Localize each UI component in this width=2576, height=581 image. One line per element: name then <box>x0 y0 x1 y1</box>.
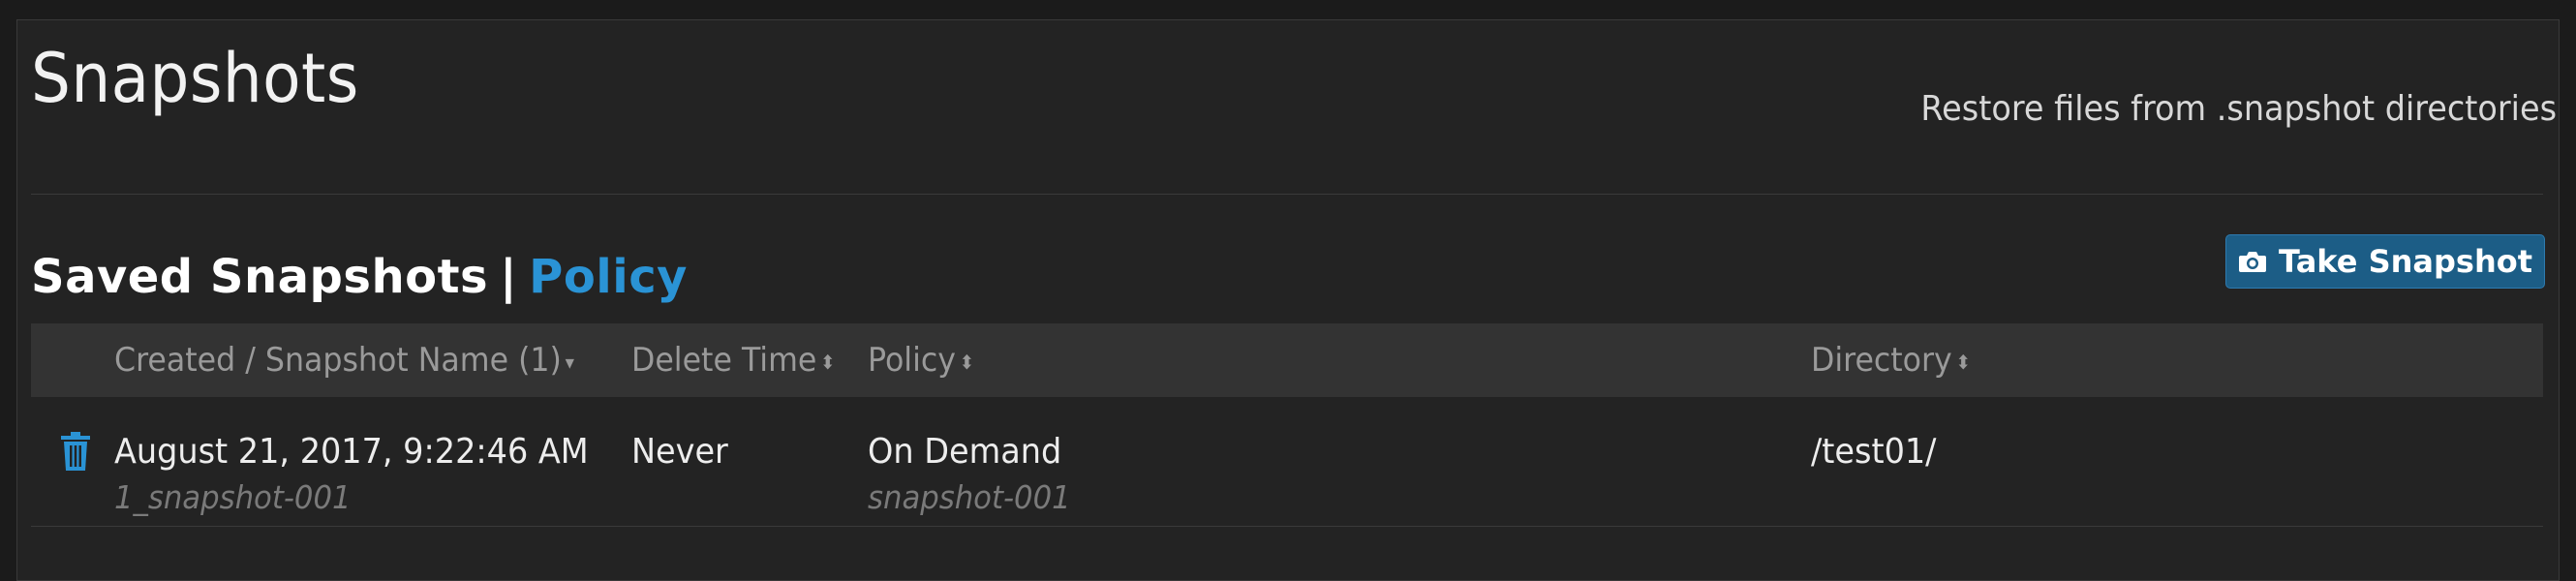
column-header-created[interactable]: Created / Snapshot Name (1) ▾ <box>114 341 574 380</box>
column-header-policy-label: Policy <box>868 341 956 380</box>
column-header-delete-time[interactable]: Delete Time ⬍ <box>631 341 836 380</box>
snapshot-delete-time: Never <box>631 432 728 472</box>
column-header-directory-label: Directory <box>1811 341 1952 380</box>
section-title: Saved Snapshots <box>31 250 489 304</box>
column-header-delete-time-label: Delete Time <box>631 341 817 380</box>
snapshot-name: 1_snapshot-001 <box>114 478 352 516</box>
section-separator: | <box>500 250 518 304</box>
section-heading: Saved Snapshots | Policy <box>31 250 688 304</box>
snapshot-policy: On Demand <box>868 432 1062 472</box>
snapshot-created: August 21, 2017, 9:22:46 AM <box>114 432 589 472</box>
column-header-policy[interactable]: Policy ⬍ <box>868 341 974 380</box>
snapshot-policy-sub: snapshot-001 <box>868 478 1071 516</box>
take-snapshot-button[interactable]: Take Snapshot <box>2225 234 2545 289</box>
table-header: Created / Snapshot Name (1) ▾ Delete Time… <box>31 323 2543 397</box>
take-snapshot-label: Take Snapshot <box>2279 243 2532 280</box>
sort-both-icon: ⬍ <box>820 350 836 374</box>
table-row: August 21, 2017, 9:22:46 AM 1_snapshot-0… <box>31 397 2543 527</box>
sort-desc-icon: ▾ <box>565 350 574 374</box>
sort-both-icon: ⬍ <box>959 350 975 374</box>
sort-both-icon: ⬍ <box>1955 350 1972 374</box>
column-header-created-label: Created / Snapshot Name (1) <box>114 341 562 380</box>
trash-icon[interactable] <box>60 432 91 471</box>
header-divider <box>31 194 2543 195</box>
policy-link[interactable]: Policy <box>529 250 688 304</box>
camera-icon <box>2239 252 2266 272</box>
column-header-directory[interactable]: Directory ⬍ <box>1811 341 1971 380</box>
page-subtitle: Restore files from .snapshot directories <box>1920 89 2557 129</box>
snapshot-directory: /test01/ <box>1811 432 1937 472</box>
page-title: Snapshots <box>31 39 359 118</box>
